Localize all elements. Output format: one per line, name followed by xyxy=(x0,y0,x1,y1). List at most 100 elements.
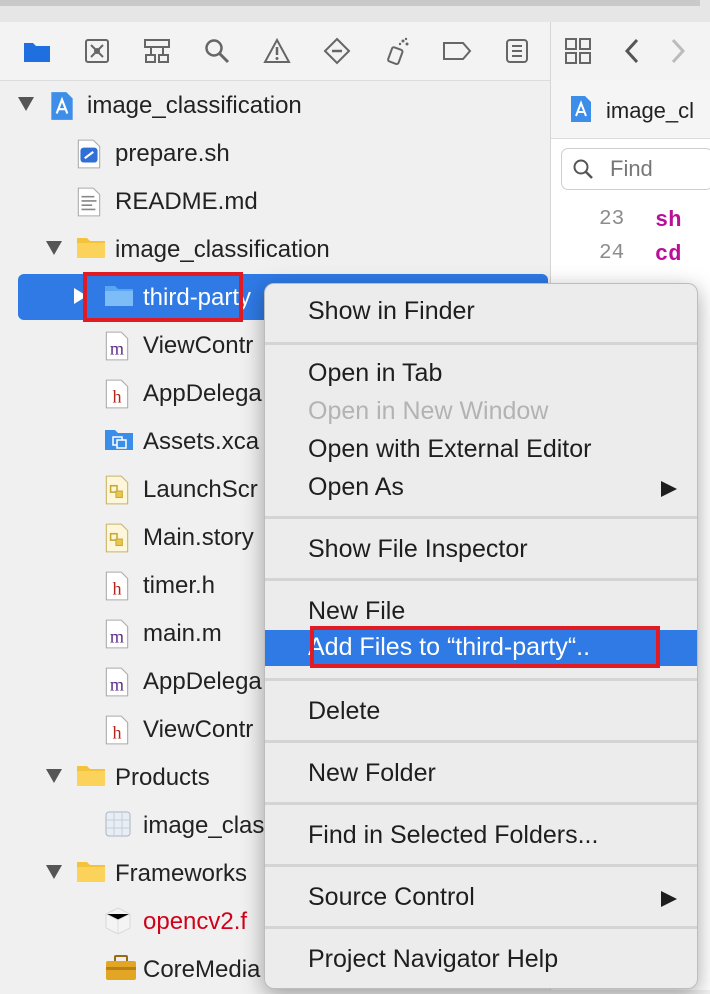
editor-tab-title: image_cl xyxy=(606,98,695,123)
tree-row-label: Main.story xyxy=(143,524,254,551)
svg-text:m: m xyxy=(110,675,124,695)
tree-row-label: Products xyxy=(115,764,210,791)
menu-separator xyxy=(265,678,697,681)
svg-text:h: h xyxy=(112,579,121,599)
tree-row-label: opencv2.f xyxy=(143,908,248,935)
menu-item[interactable]: Open with External Editor xyxy=(265,432,697,468)
menu-item[interactable]: New Folder xyxy=(265,756,697,792)
menu-item[interactable]: Project Navigator Help xyxy=(265,942,697,978)
tree-row[interactable]: image_classification xyxy=(0,226,550,274)
framework-missing-icon xyxy=(104,906,134,938)
disclosure-down-icon[interactable] xyxy=(46,769,62,783)
related-items-grid-icon[interactable] xyxy=(563,36,593,66)
tree-row-label: ViewContr xyxy=(143,716,254,743)
menu-item-label: Show in Finder xyxy=(308,297,475,325)
report-navigator-icon[interactable] xyxy=(502,36,532,66)
menu-item[interactable]: Delete xyxy=(265,694,697,730)
source-control-icon[interactable] xyxy=(82,36,112,66)
menu-item-label: Project Navigator Help xyxy=(308,945,559,973)
disclosure-down-icon[interactable] xyxy=(46,241,62,255)
menu-item[interactable]: New File xyxy=(265,594,697,630)
back-chevron-icon[interactable] xyxy=(617,36,647,66)
menu-item[interactable]: Source Control xyxy=(265,880,697,916)
menu-separator xyxy=(265,864,697,867)
menu-item-label: Open As xyxy=(308,473,404,501)
m-file-icon: m xyxy=(104,666,134,698)
window-top-strip xyxy=(0,0,710,23)
annotation-box-add-files xyxy=(310,626,660,668)
xcode-project-icon xyxy=(569,94,593,124)
tree-row[interactable]: image_classification xyxy=(0,82,550,130)
tree-row-label: README.md xyxy=(115,188,258,215)
disclosure-down-icon[interactable] xyxy=(46,865,62,879)
m-file-icon: m xyxy=(104,618,134,650)
h-file-icon: h xyxy=(104,714,134,746)
tree-row-label: prepare.sh xyxy=(115,140,230,167)
code-line[interactable]: 24 cd xyxy=(551,242,710,276)
tree-row-label: AppDelega xyxy=(143,668,262,695)
menu-separator xyxy=(265,802,697,805)
menu-item-label: Delete xyxy=(308,697,381,725)
search-icon[interactable] xyxy=(202,36,232,66)
svg-text:m: m xyxy=(110,339,124,359)
menu-item[interactable]: Find in Selected Folders... xyxy=(265,818,697,854)
menu-item-label: Open in New Window xyxy=(308,397,549,425)
menu-item-label: New File xyxy=(308,597,406,625)
disclosure-down-icon[interactable] xyxy=(18,97,34,111)
text-file-icon xyxy=(76,186,106,218)
line-number: 23 xyxy=(599,208,625,231)
menu-item[interactable]: Show in Finder xyxy=(265,294,697,330)
tree-row[interactable]: prepare.sh xyxy=(0,130,550,178)
menu-item-label: Open with External Editor xyxy=(308,435,592,463)
tree-row-label: LaunchScr xyxy=(143,476,258,503)
code-text: cd xyxy=(655,242,682,267)
menu-item-label: Show File Inspector xyxy=(308,535,528,563)
svg-text:h: h xyxy=(112,387,121,407)
tree-row[interactable]: README.md xyxy=(0,178,550,226)
code-text: sh xyxy=(655,208,682,233)
menu-item[interactable]: Show File Inspector xyxy=(265,532,697,568)
code-line[interactable]: 23 sh xyxy=(551,208,710,242)
assets-folder-icon xyxy=(104,426,134,458)
menu-item: Open in New Window xyxy=(265,394,697,430)
menu-separator xyxy=(265,342,697,345)
tree-row-label: AppDelega xyxy=(143,380,262,407)
tree-row-label: timer.h xyxy=(143,572,216,599)
editor-tab[interactable]: image_cl xyxy=(551,80,710,139)
storyboard-icon xyxy=(104,474,134,506)
breakpoint-icon[interactable] xyxy=(442,36,472,66)
xcode-project-icon xyxy=(48,90,78,122)
debug-spray-icon[interactable] xyxy=(382,36,412,66)
toolbox-icon xyxy=(104,954,136,986)
search-icon xyxy=(573,159,593,179)
tree-row-label: image_clas xyxy=(143,812,265,839)
menu-item[interactable]: Open in Tab xyxy=(265,356,697,392)
find-placeholder: Find xyxy=(610,156,653,181)
folder-icon[interactable] xyxy=(22,36,52,66)
folder-icon xyxy=(76,234,106,266)
folder-icon xyxy=(76,858,106,890)
tree-row-label: Frameworks xyxy=(115,860,248,887)
menu-item-label: New Folder xyxy=(308,759,436,787)
folder-icon xyxy=(76,762,106,794)
symbol-navigator-icon[interactable] xyxy=(142,36,172,66)
tree-row-label: Assets.xca xyxy=(143,428,260,455)
menu-item-label: Source Control xyxy=(308,883,475,911)
editor-toolbar xyxy=(551,22,710,81)
h-file-icon: h xyxy=(104,570,134,602)
top-scroll-bar xyxy=(0,0,700,6)
shell-script-icon xyxy=(76,138,106,170)
test-navigator-icon[interactable] xyxy=(322,36,352,66)
find-field[interactable]: Find xyxy=(561,148,710,190)
menu-separator xyxy=(265,578,697,581)
svg-text:h: h xyxy=(112,723,121,743)
app-product-icon xyxy=(104,810,134,842)
annotation-box-folder xyxy=(83,272,243,322)
line-number: 24 xyxy=(599,242,625,265)
warning-icon[interactable] xyxy=(262,36,292,66)
menu-item[interactable]: Open As xyxy=(265,470,697,506)
menu-item-label: Open in Tab xyxy=(308,359,443,387)
forward-chevron-icon[interactable] xyxy=(663,36,693,66)
svg-text:m: m xyxy=(110,627,124,647)
submenu-arrow-icon xyxy=(661,891,677,907)
